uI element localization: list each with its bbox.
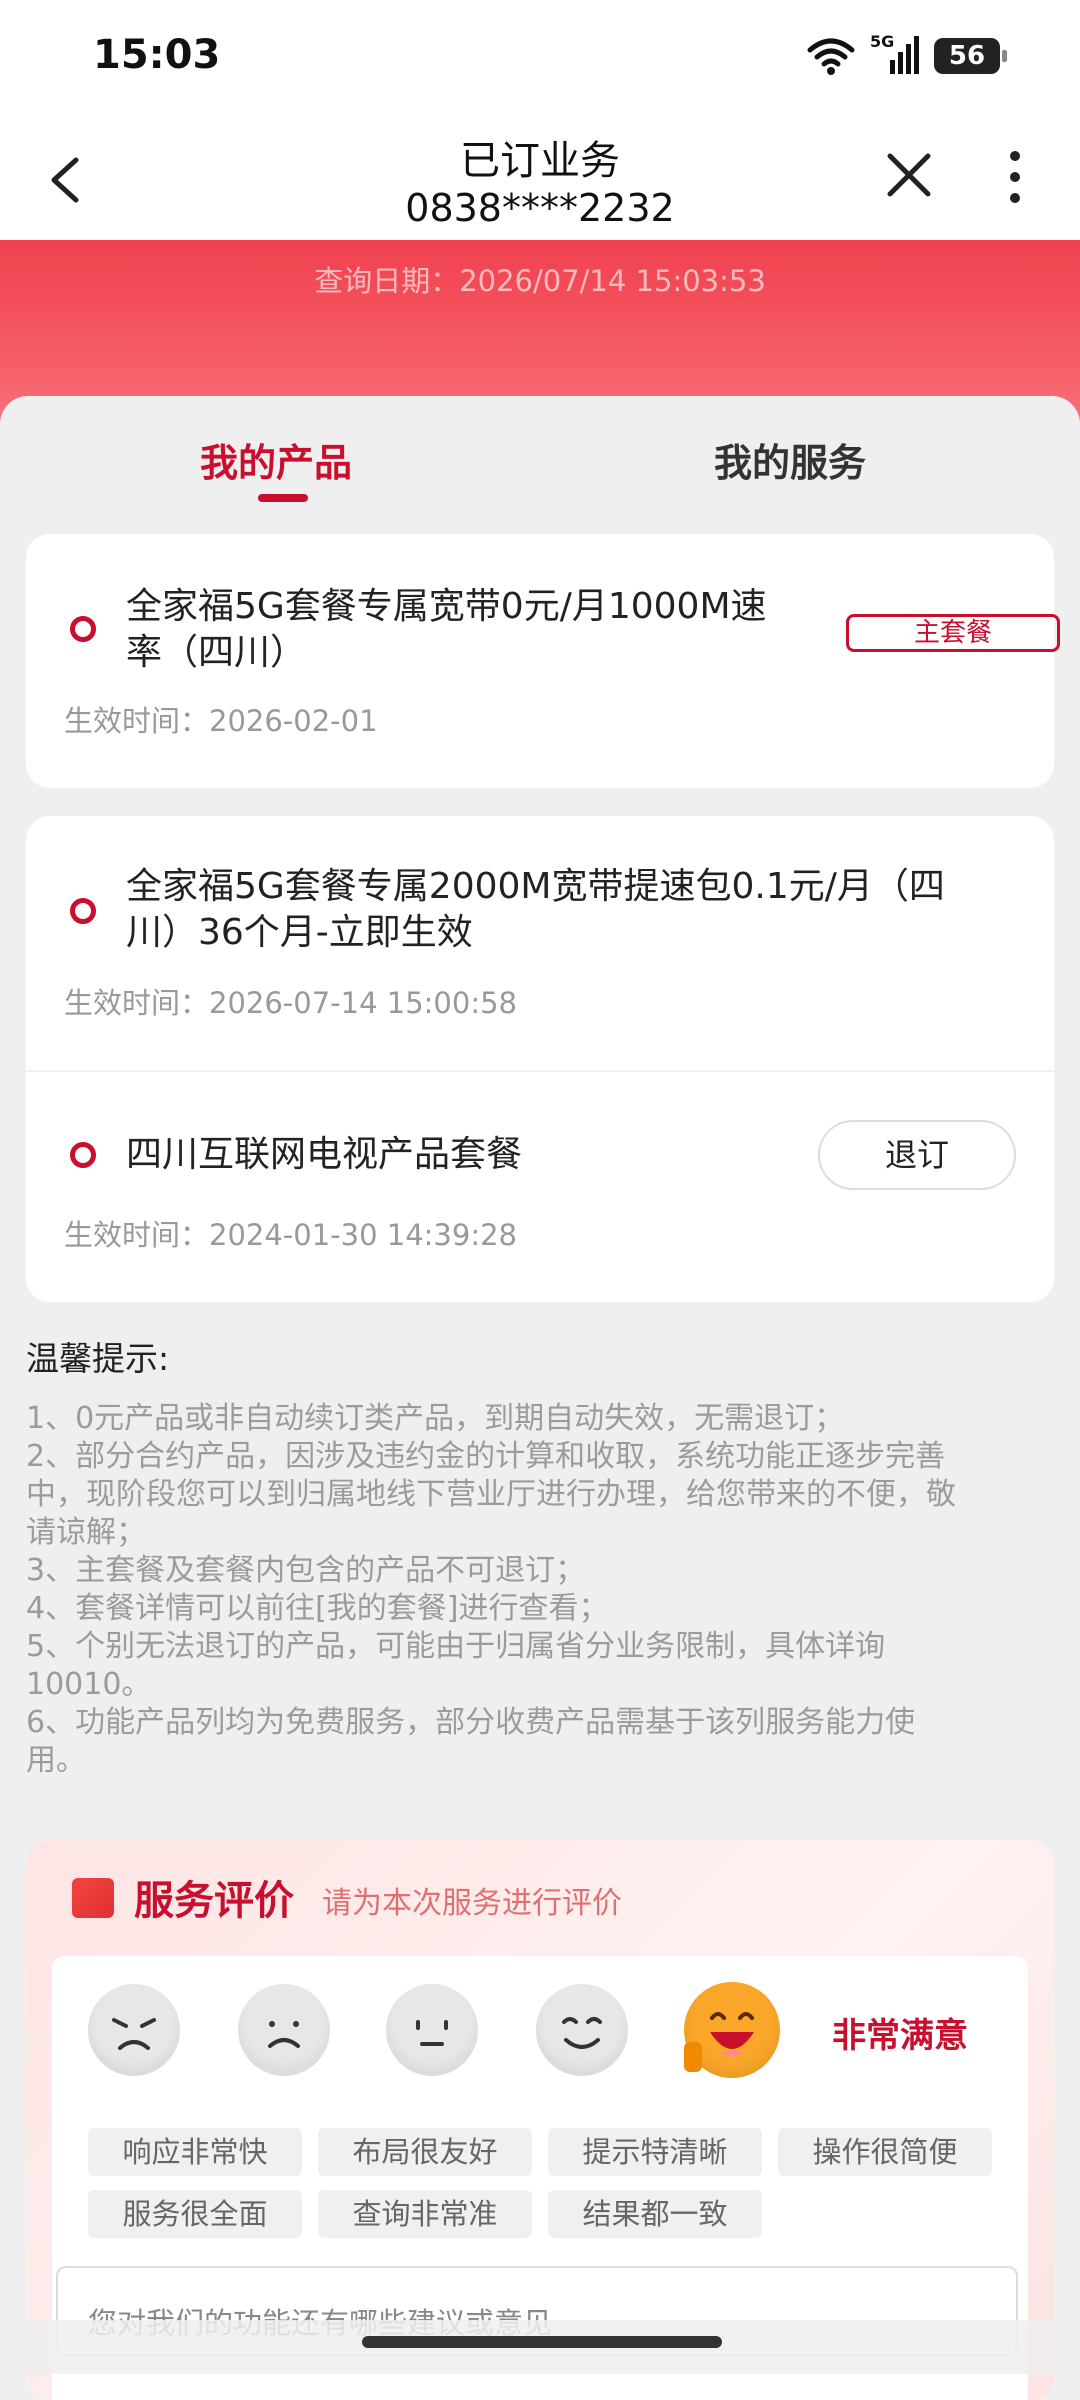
- close-icon[interactable]: [876, 142, 942, 208]
- satisfied-face-icon[interactable]: [536, 1984, 628, 2076]
- product-title-line: 全家福5G套餐专属宽带0元/月1000M速: [126, 586, 767, 627]
- rating-label: 非常满意: [832, 2016, 968, 2056]
- tip-line: 中，现阶段您可以到归属地线下营业厅进行办理，给您带来的不便，敬: [26, 1477, 956, 1512]
- radio-icon: [70, 1142, 96, 1168]
- tip-line: 3、主套餐及套餐内包含的产品不可退订；: [26, 1553, 586, 1588]
- tip-line: 10010。: [26, 1667, 152, 1702]
- evaluation-title: 服务评价: [134, 1878, 294, 1924]
- very-unsatisfied-face-icon[interactable]: [88, 1984, 180, 2076]
- feedback-tag[interactable]: 提示特清晰: [548, 2128, 762, 2176]
- product-title: 全家福5G套餐专属宽带0元/月1000M速 率（四川）: [126, 584, 816, 676]
- tip-line: 2、部分合约产品，因涉及违约金的计算和收取，系统功能正逐步完善: [26, 1439, 946, 1474]
- home-indicator[interactable]: [362, 2336, 722, 2348]
- feedback-tag[interactable]: 布局很友好: [318, 2128, 532, 2176]
- feedback-tag[interactable]: 结果都一致: [548, 2190, 762, 2238]
- product-item: 四川互联网电视产品套餐 退订 生效时间：2024-01-30 14:39:28: [26, 1072, 1054, 1302]
- tip-line: 5、个别无法退订的产品，可能由于归属省分业务限制，具体详询: [26, 1629, 886, 1664]
- unsubscribe-button[interactable]: 退订: [818, 1120, 1016, 1190]
- tips-list: 1、0元产品或非自动续订类产品，到期自动失效，无需退订； 2、部分合约产品，因涉…: [26, 1400, 1036, 1780]
- message-icon: [72, 1878, 114, 1918]
- neutral-face-icon[interactable]: [386, 1984, 478, 2076]
- radio-icon: [70, 616, 96, 642]
- product-item: 全家福5G套餐专属宽带0元/月1000M速 率（四川） 主套餐 生效时间：202…: [26, 534, 1060, 788]
- product-card: 全家福5G套餐专属宽带0元/月1000M速 率（四川） 主套餐 生效时间：202…: [26, 534, 1060, 788]
- tip-line: 1、0元产品或非自动续订类产品，到期自动失效，无需退订；: [26, 1401, 845, 1436]
- feedback-tag[interactable]: 查询非常准: [318, 2190, 532, 2238]
- feedback-tag[interactable]: 响应非常快: [88, 2128, 302, 2176]
- tab-bar: 我的产品 我的服务: [0, 396, 1080, 516]
- tip-line: 请谅解；: [26, 1515, 146, 1550]
- wifi-icon: [807, 38, 855, 75]
- product-title-line: 川）36个月-立即生效: [126, 912, 473, 953]
- feedback-tag[interactable]: 服务很全面: [88, 2190, 302, 2238]
- tab-indicator: [258, 494, 308, 502]
- tab-my-products[interactable]: 我的产品: [200, 432, 352, 487]
- status-icons: 5G 56: [806, 32, 1007, 76]
- query-date: 查询日期：2026/07/14 15:03:53: [314, 264, 766, 298]
- status-time: 15:03: [93, 32, 221, 78]
- header: 已订业务 0838****2232: [0, 120, 1080, 240]
- tips-title: 温馨提示:: [26, 1339, 170, 1378]
- status-bar: 15:03 5G 56: [0, 0, 1080, 120]
- radio-icon: [70, 898, 96, 924]
- feedback-tag[interactable]: 操作很简便: [778, 2128, 992, 2176]
- product-title: 全家福5G套餐专属2000M宽带提速包0.1元/月（四 川）36个月-立即生效: [126, 864, 1026, 956]
- effective-date: 生效时间：2026-07-14 15:00:58: [64, 986, 517, 1020]
- main-package-badge: 主套餐: [846, 614, 1060, 652]
- tip-line: 6、功能产品列均为免费服务，部分收费产品需基于该列服务能力使: [26, 1705, 916, 1740]
- signal-icon: 5G: [870, 32, 920, 76]
- tip-line: 4、套餐详情可以前往[我的套餐]进行查看；: [26, 1591, 609, 1626]
- unsatisfied-face-icon[interactable]: [238, 1984, 330, 2076]
- effective-date: 生效时间：2026-02-01: [64, 704, 378, 738]
- more-options-icon[interactable]: [990, 140, 1040, 210]
- product-item: 全家福5G套餐专属2000M宽带提速包0.1元/月（四 川）36个月-立即生效 …: [26, 816, 1054, 1070]
- tip-line: 用。: [26, 1743, 86, 1778]
- product-title-line: 全家福5G套餐专属2000M宽带提速包0.1元/月（四: [126, 866, 945, 907]
- effective-date: 生效时间：2024-01-30 14:39:28: [64, 1218, 517, 1252]
- product-card: 全家福5G套餐专属2000M宽带提速包0.1元/月（四 川）36个月-立即生效 …: [26, 816, 1054, 1302]
- tab-my-services[interactable]: 我的服务: [714, 432, 866, 487]
- very-satisfied-face-icon[interactable]: [684, 1982, 780, 2078]
- product-title: 四川互联网电视产品套餐: [126, 1134, 523, 1175]
- product-title-line: 率（四川）: [126, 632, 307, 673]
- evaluation-subtitle: 请为本次服务进行评价: [322, 1886, 622, 1921]
- battery-icon: 56: [934, 38, 1007, 74]
